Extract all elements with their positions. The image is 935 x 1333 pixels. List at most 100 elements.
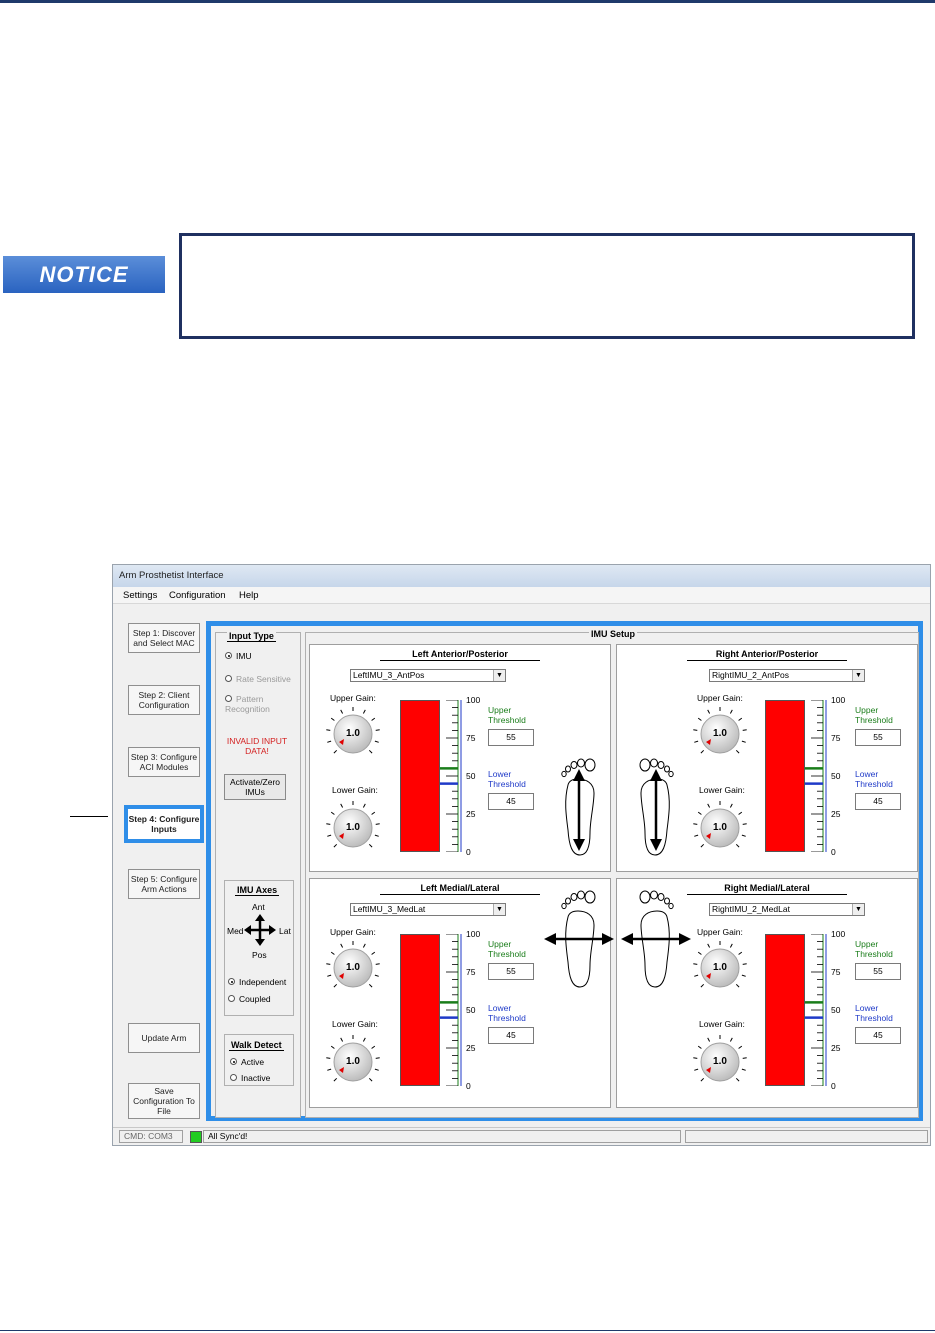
upper-threshold-input[interactable]: 55	[488, 963, 534, 980]
imu-panel-left-medial-lateral: Left Medial/Lateral LeftIMU_3_MedLat ▼ Uppe…	[309, 878, 614, 1108]
top-rule	[0, 0, 935, 3]
menu-configuration[interactable]: Configuration	[169, 590, 226, 601]
step1-button[interactable]: Step 1: Discover and Select MAC	[128, 623, 200, 653]
upper-gain-knob[interactable]: 1.0	[326, 707, 380, 761]
imu-panel-right-medial-lateral: Right Medial/Lateral RightIMU_2_MedLat ▼ Up…	[616, 878, 918, 1108]
invalid-input-message: INVALID INPUT DATA!	[226, 736, 288, 756]
upper-gain-label: Upper Gain:	[697, 927, 743, 937]
step2-button[interactable]: Step 2: Client Configuration	[128, 685, 200, 715]
radio-independent[interactable]: Independent	[228, 977, 286, 987]
lower-threshold-input[interactable]: 45	[855, 1027, 901, 1044]
upper-threshold-label: Upper Threshold	[488, 939, 526, 959]
menu-help[interactable]: Help	[239, 590, 259, 601]
chevron-down-icon: ▼	[852, 904, 864, 915]
radio-active[interactable]: Active	[230, 1057, 264, 1067]
window-title: Arm Prosthetist Interface	[119, 570, 224, 581]
imu-input-select[interactable]: LeftIMU_3_AntPos ▼	[350, 669, 506, 682]
callout-line	[70, 816, 108, 817]
radio-dot-icon	[225, 675, 232, 683]
chevron-down-icon: ▼	[852, 670, 864, 681]
radio-pattern-recognition[interactable]: Pattern Recognition	[225, 694, 289, 714]
upper-gain-label: Upper Gain:	[697, 693, 743, 703]
radio-imu[interactable]: IMU	[225, 651, 252, 661]
lower-threshold-label: Lower Threshold	[855, 1003, 893, 1023]
radio-label: Coupled	[239, 994, 271, 1004]
level-scale	[438, 699, 464, 854]
radio-coupled[interactable]: Coupled	[228, 994, 271, 1004]
select-value: LeftIMU_3_AntPos	[353, 670, 425, 680]
lower-gain-knob[interactable]: 1.0	[693, 801, 747, 855]
select-value: RightIMU_2_MedLat	[712, 904, 790, 914]
level-bar-track	[765, 700, 805, 852]
axis-ant-label: Ant	[252, 902, 265, 912]
lower-threshold-input[interactable]: 45	[488, 1027, 534, 1044]
scale-tick-label: 0	[831, 847, 836, 857]
scale-tick-label: 75	[831, 733, 841, 743]
scale-tick-label: 25	[466, 1043, 476, 1053]
chevron-down-icon: ▼	[493, 670, 505, 681]
menu-settings[interactable]: Settings	[123, 590, 157, 601]
select-value: LeftIMU_3_MedLat	[353, 904, 426, 914]
imu-input-select[interactable]: RightIMU_2_MedLat ▼	[709, 903, 865, 916]
scale-tick-label: 100	[466, 929, 481, 939]
right-foot-ant-pos-icon	[621, 755, 691, 861]
lower-gain-label: Lower Gain:	[332, 785, 378, 795]
step3-button[interactable]: Step 3: Configure ACI Modules	[128, 747, 200, 777]
upper-gain-knob[interactable]: 1.0	[326, 941, 380, 995]
upper-threshold-input[interactable]: 55	[855, 963, 901, 980]
status-bar: CMD: COM3 All Sync'd!	[113, 1127, 930, 1145]
upper-threshold-label: Upper Threshold	[488, 705, 526, 725]
step5-button[interactable]: Step 5: Configure Arm Actions	[128, 869, 200, 899]
left-foot-ant-pos-icon	[544, 755, 614, 861]
right-foot-med-lat-icon	[621, 887, 691, 993]
left-foot-med-lat-icon	[544, 887, 614, 993]
lower-threshold-label: Lower Threshold	[488, 1003, 526, 1023]
activate-zero-imus-button[interactable]: Activate/Zero IMUs	[224, 774, 286, 800]
step4-button[interactable]: Step 4: Configure Inputs	[124, 805, 204, 843]
upper-threshold-input[interactable]: 55	[855, 729, 901, 746]
imu-axes-title: IMU Axes	[235, 885, 280, 896]
upper-gain-value: 1.0	[713, 728, 727, 739]
lower-gain-knob[interactable]: 1.0	[693, 1035, 747, 1089]
save-configuration-button[interactable]: Save Configuration To File	[128, 1083, 200, 1119]
scale-tick-label: 0	[831, 1081, 836, 1091]
upper-gain-knob[interactable]: 1.0	[693, 941, 747, 995]
upper-threshold-label: Upper Threshold	[855, 939, 893, 959]
chevron-down-icon: ▼	[493, 904, 505, 915]
upper-gain-label: Upper Gain:	[330, 693, 376, 703]
lower-gain-knob[interactable]: 1.0	[326, 801, 380, 855]
radio-dot-icon	[228, 978, 235, 986]
scale-tick-label: 25	[466, 809, 476, 819]
lower-threshold-label: Lower Threshold	[488, 769, 526, 789]
scale-tick-label: 25	[831, 809, 841, 819]
radio-label: IMU	[236, 651, 252, 661]
title-bar: Arm Prosthetist Interface	[113, 565, 930, 587]
level-bar-track	[400, 934, 440, 1086]
imu-input-select[interactable]: LeftIMU_3_MedLat ▼	[350, 903, 506, 916]
upper-gain-knob[interactable]: 1.0	[693, 707, 747, 761]
scale-tick-label: 75	[466, 733, 476, 743]
radio-rate-sensitive[interactable]: Rate Sensitive	[225, 674, 291, 684]
status-port: CMD: COM3	[119, 1130, 183, 1143]
imu-input-select[interactable]: RightIMU_2_AntPos ▼	[709, 669, 865, 682]
radio-dot-icon	[228, 995, 235, 1003]
update-arm-button[interactable]: Update Arm	[128, 1023, 200, 1053]
scale-tick-label: 75	[466, 967, 476, 977]
radio-inactive[interactable]: Inactive	[230, 1073, 270, 1083]
lower-threshold-input[interactable]: 45	[488, 793, 534, 810]
lower-gain-value: 1.0	[713, 1056, 727, 1067]
level-bar-fill	[400, 934, 440, 1086]
upper-threshold-input[interactable]: 55	[488, 729, 534, 746]
level-bar-track	[765, 934, 805, 1086]
status-empty	[685, 1130, 928, 1143]
level-scale	[438, 933, 464, 1088]
radio-label: Active	[241, 1057, 265, 1067]
scale-tick-label: 25	[831, 1043, 841, 1053]
radio-label: Inactive	[241, 1073, 271, 1083]
panel-title: Right Anterior/Posterior	[715, 649, 819, 659]
panel-title-underline	[687, 894, 847, 895]
select-value: RightIMU_2_AntPos	[712, 670, 790, 680]
lower-threshold-input[interactable]: 45	[855, 793, 901, 810]
imu-panel-right-anterior-posterior: Right Anterior/Posterior RightIMU_2_AntPo…	[616, 644, 918, 872]
lower-gain-knob[interactable]: 1.0	[326, 1035, 380, 1089]
